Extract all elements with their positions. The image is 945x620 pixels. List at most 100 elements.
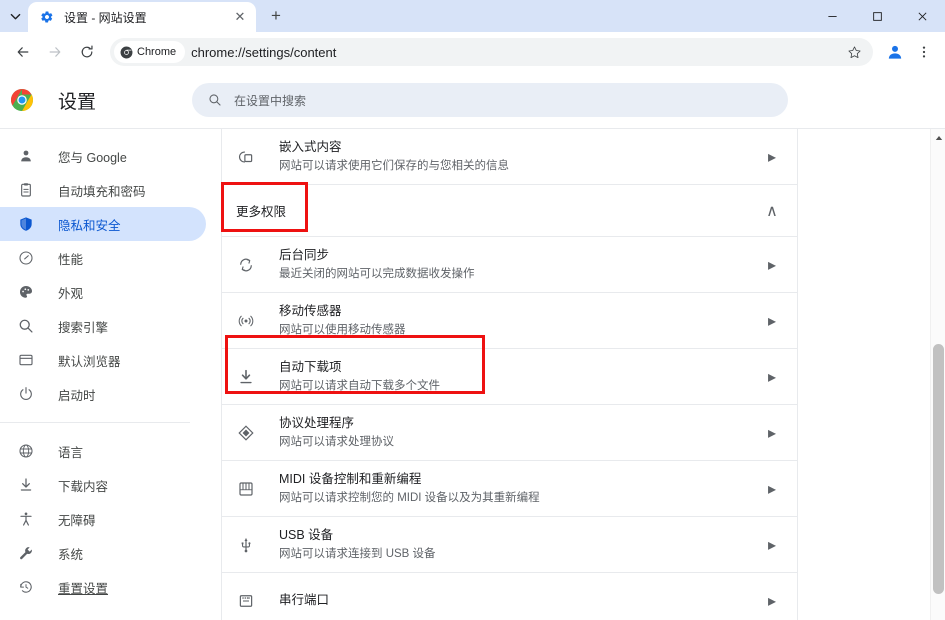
chevron-right-icon[interactable]: ▸ [763, 591, 781, 611]
chrome-icon [120, 46, 133, 58]
setting-row-usb-devices[interactable]: USB 设备 网站可以请求连接到 USB 设备 ▸ [222, 517, 797, 573]
sidebar-item-downloads[interactable]: 下载内容 [0, 468, 206, 502]
sidebar-item-performance[interactable]: 性能 [0, 241, 206, 275]
setting-row-sub: 最近关闭的网站可以完成数据收发操作 [279, 268, 475, 280]
sidebar-item-label: 自动填充和密码 [58, 184, 146, 199]
search-icon [16, 316, 36, 336]
globe-icon [16, 441, 36, 461]
sidebar-item-appearance[interactable]: 外观 [0, 275, 206, 309]
sidebar-item-reset-settings[interactable]: 重置设置 [0, 570, 206, 604]
browser-toolbar: Chrome chrome://settings/content [0, 32, 945, 72]
browser-window-icon [16, 350, 36, 370]
download-icon [236, 367, 256, 387]
shield-icon [16, 214, 36, 234]
setting-row-text: 嵌入式内容 网站可以请求使用它们保存的与您相关的信息 [279, 138, 763, 175]
settings-header: 设置 在设置中搜索 [0, 72, 945, 128]
setting-row-text: 后台同步 最近关闭的网站可以完成数据收发操作 [279, 246, 763, 283]
sidebar-item-on-startup[interactable]: 启动时 [0, 377, 206, 411]
window-controls [810, 0, 945, 32]
setting-row-embedded-content[interactable]: 嵌入式内容 网站可以请求使用它们保存的与您相关的信息 ▸ [222, 129, 797, 185]
tab-search-button[interactable] [2, 3, 28, 29]
power-icon [16, 384, 36, 404]
vertical-scrollbar[interactable] [930, 129, 945, 620]
site-settings-card: 嵌入式内容 网站可以请求使用它们保存的与您相关的信息 ▸ 更多权限 ∧ 后台同步… [221, 129, 798, 620]
setting-row-sub: 网站可以请求处理协议 [279, 436, 394, 448]
forward-button[interactable] [40, 37, 70, 67]
serial-port-icon [236, 591, 256, 611]
usb-icon [236, 535, 256, 555]
setting-row-title: 移动传感器 [279, 304, 342, 318]
chevron-right-icon[interactable]: ▸ [763, 367, 781, 387]
settings-body: 您与 Google 自动填充和密码 隐私和安全 性能 外观 搜索引擎 默认浏览器… [0, 128, 945, 620]
scrollbar-thumb[interactable] [933, 344, 944, 594]
search-input[interactable]: 在设置中搜索 [192, 83, 789, 117]
sidebar-item-autofill[interactable]: 自动填充和密码 [0, 173, 206, 207]
setting-row-sub: 网站可以请求控制您的 MIDI 设备以及为其重新编程 [279, 492, 540, 504]
arrow-right-icon [49, 47, 61, 57]
chevron-down-icon [10, 13, 20, 19]
profile-avatar-icon [888, 45, 902, 59]
chevron-right-icon[interactable]: ▸ [763, 255, 781, 275]
new-tab-button[interactable]: + [262, 2, 290, 30]
setting-row-title: 串行端口 [279, 592, 330, 607]
sidebar-item-privacy-security[interactable]: 隐私和安全 [0, 207, 206, 241]
sidebar-item-you-and-google[interactable]: 您与 Google [0, 139, 206, 173]
sidebar-item-label: 语言 [58, 445, 84, 460]
origin-chip: Chrome [114, 41, 186, 63]
chevron-right-icon[interactable]: ▸ [763, 147, 781, 167]
setting-row-title: 协议处理程序 [279, 416, 355, 430]
reload-button[interactable] [72, 37, 102, 67]
close-icon[interactable]: ✕ [232, 9, 248, 25]
chevron-right-icon[interactable]: ▸ [763, 423, 781, 443]
back-button[interactable] [8, 37, 38, 67]
section-more-permissions[interactable]: 更多权限 ∧ [222, 185, 797, 237]
sidebar-item-label: 隐私和安全 [58, 218, 121, 233]
origin-chip-label: Chrome [137, 46, 177, 58]
chevron-right-icon[interactable]: ▸ [763, 535, 781, 555]
setting-row-midi[interactable]: MIDI 设备控制和重新编程 网站可以请求控制您的 MIDI 设备以及为其重新编… [222, 461, 797, 517]
content-edge [922, 129, 930, 620]
settings-content: 嵌入式内容 网站可以请求使用它们保存的与您相关的信息 ▸ 更多权限 ∧ 后台同步… [210, 129, 945, 620]
setting-row-serial-ports[interactable]: 串行端口 ▸ [222, 573, 797, 620]
minimize-button[interactable] [810, 0, 855, 32]
setting-row-text: 自动下载项 网站可以请求自动下载多个文件 [279, 358, 763, 395]
setting-row-automatic-downloads[interactable]: 自动下载项 网站可以请求自动下载多个文件 ▸ [222, 349, 797, 405]
profile-avatar[interactable] [881, 38, 909, 66]
maximize-button[interactable] [855, 0, 900, 32]
section-label: 更多权限 [236, 205, 287, 219]
reload-icon [81, 45, 93, 58]
browser-tab[interactable]: 设置 - 网站设置 ✕ [28, 2, 256, 32]
setting-row-title: USB 设备 [279, 528, 334, 542]
page-title: 设置 [58, 91, 97, 113]
setting-row-text: 协议处理程序 网站可以请求处理协议 [279, 414, 763, 451]
setting-row-title: 自动下载项 [279, 360, 342, 374]
history-restore-icon [16, 577, 36, 597]
setting-row-sub: 网站可以请求自动下载多个文件 [279, 380, 440, 392]
chrome-logo-icon [10, 88, 34, 112]
sidebar-item-search-engine[interactable]: 搜索引擎 [0, 309, 206, 343]
setting-row-sub: 网站可以请求连接到 USB 设备 [279, 548, 436, 560]
person-icon [16, 146, 36, 166]
sidebar-item-label: 系统 [58, 547, 84, 562]
sidebar-item-label: 默认浏览器 [58, 354, 121, 369]
setting-row-text: 串行端口 [279, 591, 763, 611]
scroll-up-arrow-icon[interactable] [931, 131, 945, 145]
setting-row-motion-sensors[interactable]: 移动传感器 网站可以使用移动传感器 ▸ [222, 293, 797, 349]
sidebar-item-default-browser[interactable]: 默认浏览器 [0, 343, 206, 377]
browser-menu-button[interactable] [911, 38, 937, 66]
sidebar-item-label: 外观 [58, 286, 84, 301]
chevron-up-icon[interactable]: ∧ [763, 201, 781, 221]
address-bar[interactable]: Chrome chrome://settings/content [110, 38, 873, 66]
chevron-right-icon[interactable]: ▸ [763, 479, 781, 499]
sidebar-item-languages[interactable]: 语言 [0, 434, 206, 468]
chevron-right-icon[interactable]: ▸ [763, 311, 781, 331]
close-window-button[interactable] [900, 0, 945, 32]
setting-row-background-sync[interactable]: 后台同步 最近关闭的网站可以完成数据收发操作 ▸ [222, 237, 797, 293]
sidebar-item-system[interactable]: 系统 [0, 536, 206, 570]
search-icon [209, 94, 221, 106]
sidebar-item-accessibility[interactable]: 无障碍 [0, 502, 206, 536]
sidebar-item-label: 搜索引擎 [58, 320, 109, 335]
sidebar-item-label: 无障碍 [58, 513, 96, 528]
setting-row-protocol-handlers[interactable]: 协议处理程序 网站可以请求处理协议 ▸ [222, 405, 797, 461]
bookmark-star-icon[interactable] [843, 41, 865, 63]
